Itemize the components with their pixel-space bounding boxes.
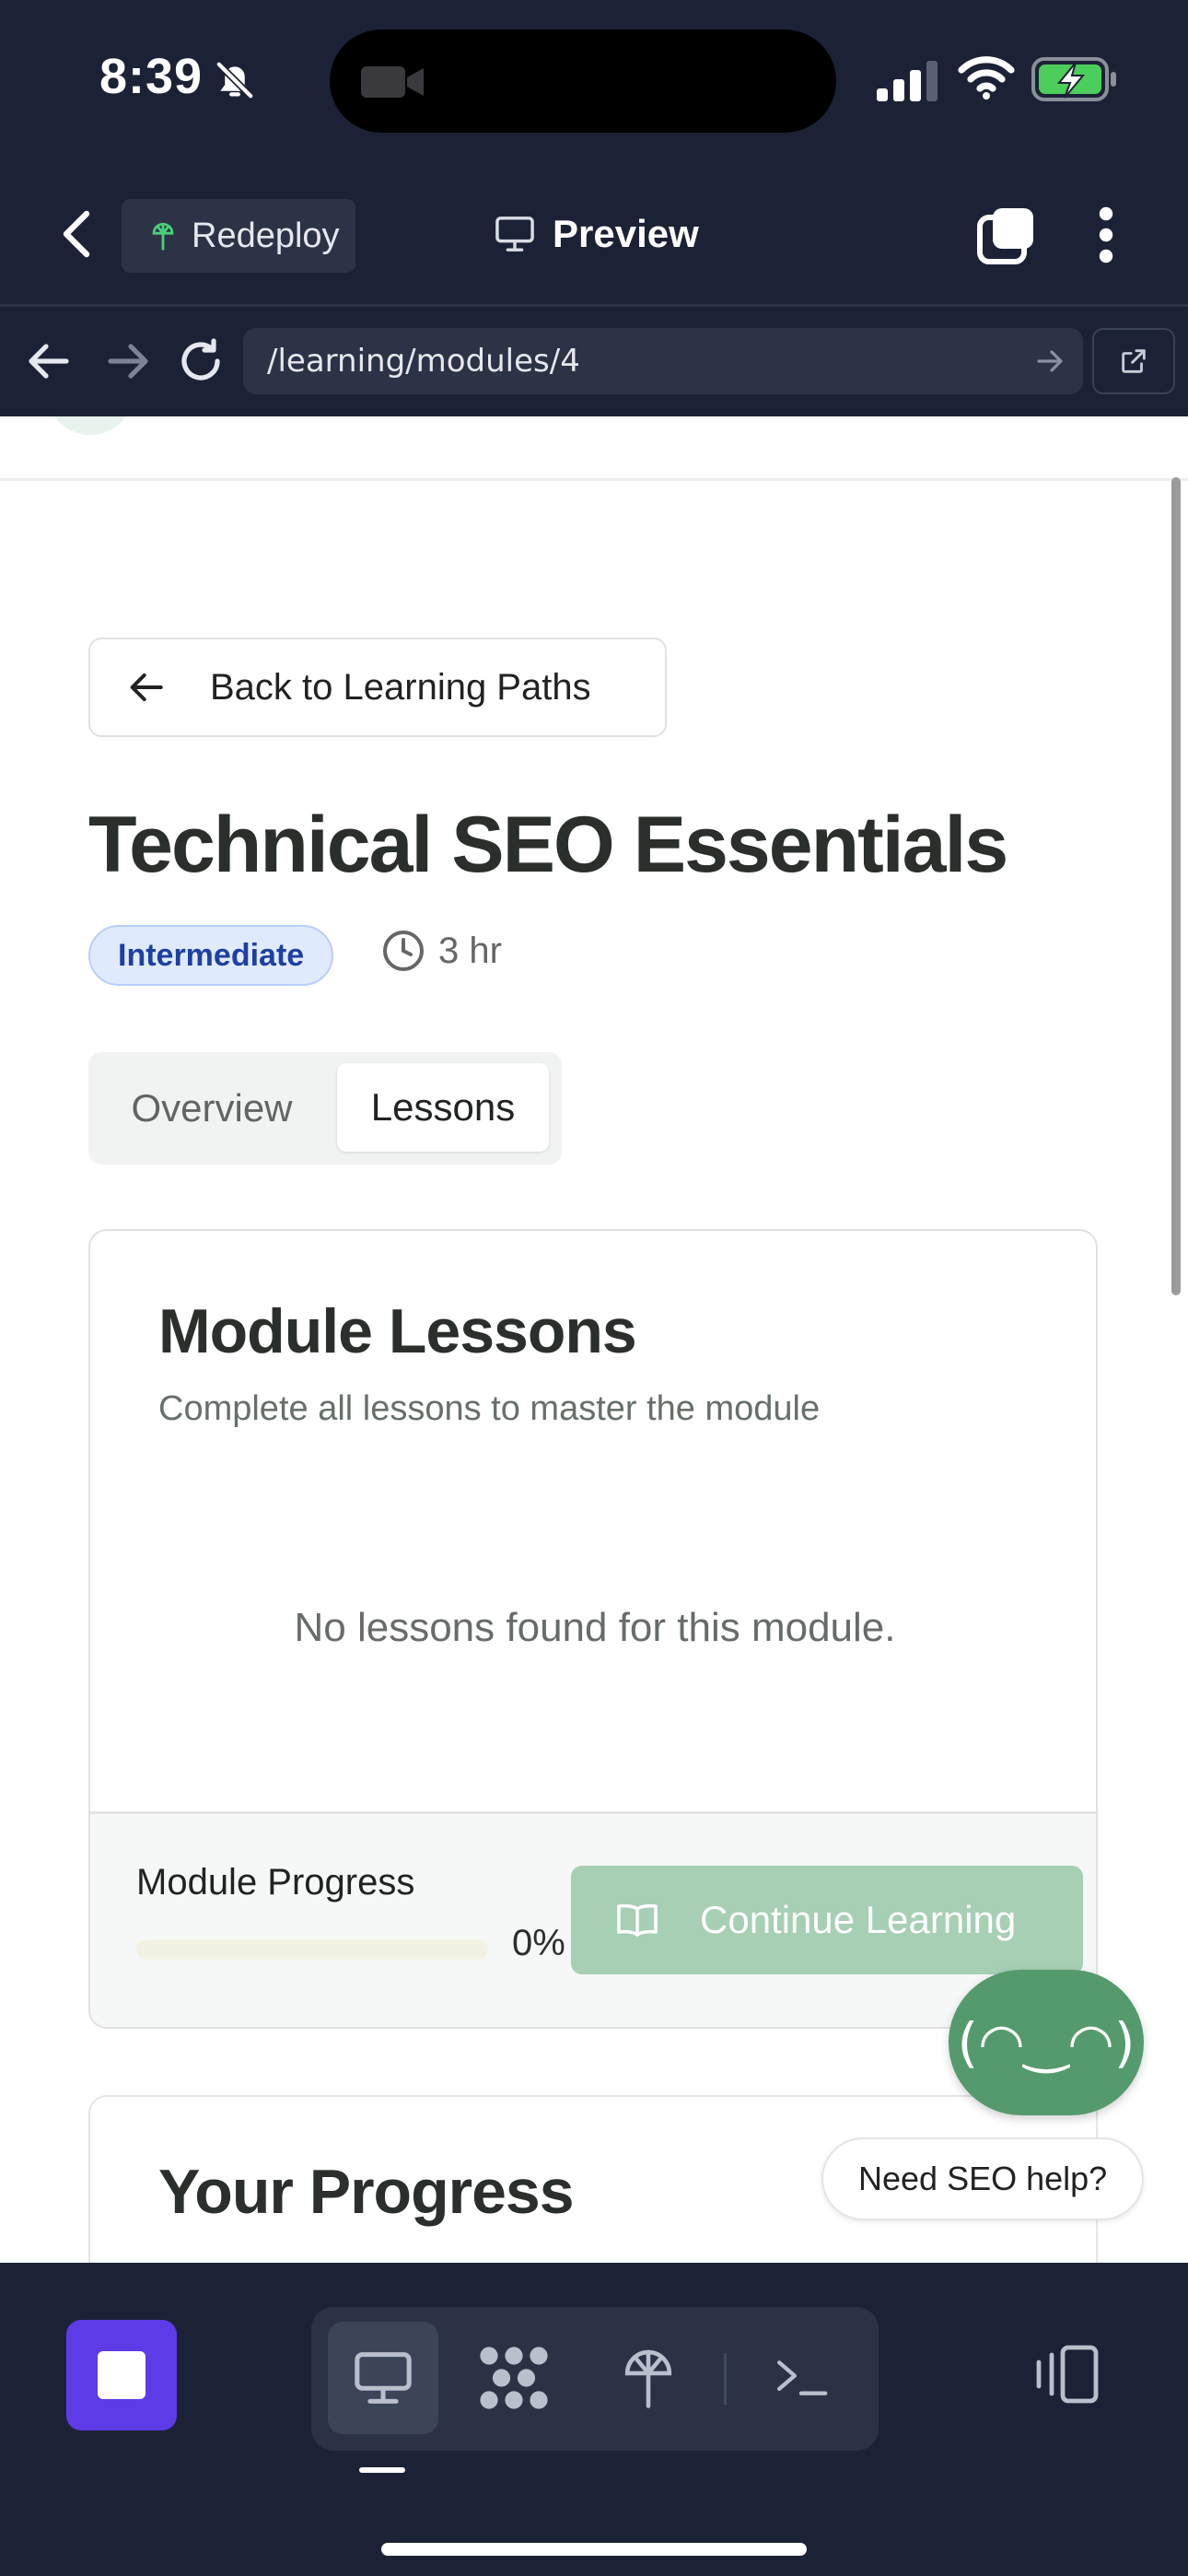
monitor-icon: [495, 217, 534, 252]
home-indicator: [381, 2543, 807, 2556]
url-input[interactable]: /learning/modules/4: [243, 328, 1083, 394]
preview-title: Preview: [494, 206, 699, 262]
browser-toolbar: /learning/modules/4: [0, 322, 1188, 400]
desktop-icon: [355, 2352, 412, 2404]
redeploy-button[interactable]: Redeploy: [122, 199, 355, 273]
components-tool[interactable]: [459, 2322, 569, 2434]
continue-learning-button[interactable]: Continue Learning: [571, 1866, 1083, 1974]
deploy-tool[interactable]: [593, 2322, 704, 2434]
deploy-icon: [624, 2349, 672, 2408]
bell-slash-icon: [215, 60, 255, 100]
progress-card-title: Your Progress: [158, 2157, 575, 2227]
module-lessons-card: Module Lessons Complete all lessons to m…: [88, 1229, 1098, 2029]
page-scrollbar[interactable]: [1171, 477, 1181, 1295]
url-text: /learning/modules/4: [267, 343, 580, 380]
redeploy-label: Redeploy: [192, 216, 340, 255]
progress-label: Module Progress: [136, 1862, 415, 1903]
page-title: Technical SEO Essentials: [88, 801, 1008, 889]
bottom-toolbar: [0, 2263, 1188, 2576]
active-tool-indicator: [359, 2467, 405, 2473]
card-subtitle: Complete all lessons to master the modul…: [158, 1389, 821, 1428]
progress-percent: 0%: [512, 1923, 565, 1963]
back-chevron-icon[interactable]: [59, 208, 96, 260]
external-link-icon: [1122, 349, 1146, 373]
preview-label: Preview: [553, 212, 699, 255]
desktop-preview-tool[interactable]: [328, 2322, 438, 2434]
site-logo[interactable]: [46, 416, 134, 435]
browser-forward-icon[interactable]: [103, 339, 151, 383]
terminal-tool[interactable]: [746, 2322, 856, 2434]
deploy-tree-icon: [152, 222, 174, 251]
module-tabs: Overview Lessons: [88, 1052, 562, 1165]
level-badge: Intermediate: [88, 925, 334, 986]
tab-lessons[interactable]: Lessons: [337, 1063, 549, 1152]
dots-grid-icon: [480, 2347, 548, 2409]
tabs-icon[interactable]: [976, 205, 1037, 265]
devices-icon[interactable]: [1030, 2344, 1100, 2405]
reload-icon[interactable]: [175, 335, 227, 387]
chrome-divider: [0, 304, 1188, 307]
url-go-arrow-icon[interactable]: [1035, 348, 1065, 374]
seo-assistant-button[interactable]: (◠‿◠): [949, 1970, 1144, 2115]
stop-button[interactable]: [66, 2320, 177, 2430]
signal-icon: [877, 61, 938, 101]
duration: 3 hr: [381, 929, 502, 973]
terminal-icon: [777, 2360, 828, 2395]
dynamic-island: [330, 29, 836, 133]
progress-bar: [136, 1939, 488, 1960]
app-bar: Redeploy Preview: [0, 184, 1188, 286]
open-external-button[interactable]: [1092, 328, 1175, 394]
site-header: [0, 416, 1188, 481]
browser-chrome: 8:39 Redeploy Preview /learning/modules/…: [0, 0, 1188, 416]
duration-text: 3 hr: [438, 930, 502, 971]
status-time: 8:39: [99, 49, 204, 104]
tool-switcher: [311, 2307, 879, 2451]
tool-separator: [724, 2353, 727, 2405]
stop-icon: [98, 2351, 146, 2399]
arrow-left-icon: [130, 673, 163, 702]
book-open-icon: [617, 1903, 658, 1937]
card-title: Module Lessons: [158, 1296, 637, 1366]
card-footer: Module Progress 0% Continue Learning: [90, 1811, 1096, 2027]
empty-lessons-message: No lessons found for this module.: [294, 1605, 896, 1650]
web-page: Back to Learning Paths Technical SEO Ess…: [0, 416, 1188, 2263]
status-bar: 8:39: [0, 0, 1188, 166]
battery-charging-icon: [1031, 57, 1116, 101]
more-menu-icon[interactable]: [1092, 205, 1120, 265]
clock-icon: [383, 931, 424, 971]
browser-back-icon[interactable]: [26, 339, 74, 383]
back-label: Back to Learning Paths: [210, 666, 591, 708]
need-seo-help-chip[interactable]: Need SEO help?: [821, 2137, 1145, 2220]
back-to-learning-paths-button[interactable]: Back to Learning Paths: [88, 638, 667, 737]
camera-icon: [361, 66, 424, 98]
wifi-icon: [958, 56, 1015, 100]
tab-overview[interactable]: Overview: [88, 1052, 335, 1165]
continue-label: Continue Learning: [700, 1898, 1017, 1941]
